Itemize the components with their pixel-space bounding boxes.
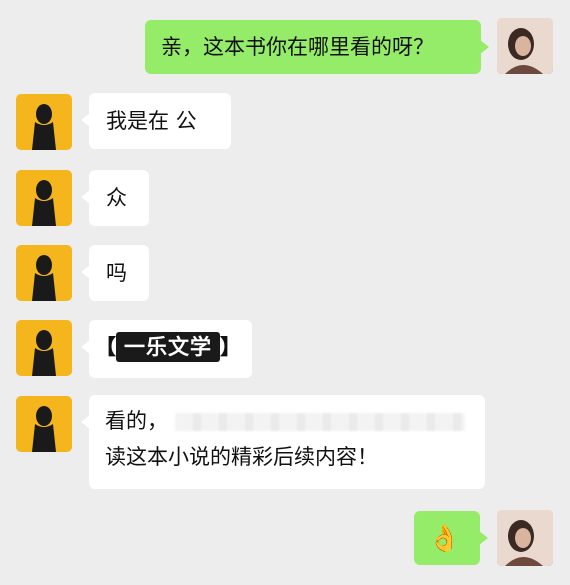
message-bubble-3[interactable]: 众 <box>81 170 149 226</box>
contact-avatar[interactable] <box>16 170 72 226</box>
person-photo-icon <box>497 510 553 566</box>
message-text-6b: 读这本小说的精彩后续内容！ <box>105 445 378 470</box>
redacted-text <box>174 413 465 431</box>
person-photo-icon <box>497 18 553 74</box>
self-avatar[interactable] <box>497 18 553 74</box>
self-avatar[interactable] <box>497 510 553 566</box>
message-bubble-6[interactable]: 看的， 读这本小说的精彩后续内容！ <box>81 395 485 489</box>
silhouette-avatar-icon <box>32 104 56 150</box>
contact-avatar[interactable] <box>16 396 72 452</box>
silhouette-avatar-icon <box>32 255 56 301</box>
message-bubble-7[interactable]: 👌 <box>414 511 488 565</box>
message-text-2: 我是在 公 <box>106 109 197 133</box>
message-text-4: 吗 <box>106 261 127 285</box>
ok-hand-icon: 👌 <box>428 524 461 554</box>
message-bubble-1[interactable]: 亲，这本书你在哪里看的呀？ <box>145 20 489 74</box>
message-text-6a: 看的， <box>105 409 168 433</box>
message-bubble-4[interactable]: 吗 <box>81 245 149 301</box>
silhouette-avatar-icon <box>32 180 56 226</box>
contact-avatar[interactable] <box>16 94 72 150</box>
message-bubble-5[interactable]: 【一乐文学】 <box>81 320 252 378</box>
message-text-3: 众 <box>106 186 127 210</box>
contact-avatar[interactable] <box>16 245 72 301</box>
message-text-1: 亲，这本书你在哪里看的呀？ <box>161 35 434 59</box>
brand-name: 一乐文学 <box>116 332 220 363</box>
message-bubble-2[interactable]: 我是在 公 <box>81 93 231 149</box>
silhouette-avatar-icon <box>32 330 56 376</box>
message-line-1: 看的， <box>105 406 469 436</box>
contact-avatar[interactable] <box>16 320 72 376</box>
silhouette-avatar-icon <box>32 406 56 452</box>
bracket-open: 【 <box>95 335 116 359</box>
bracket-close: 】 <box>220 335 241 359</box>
